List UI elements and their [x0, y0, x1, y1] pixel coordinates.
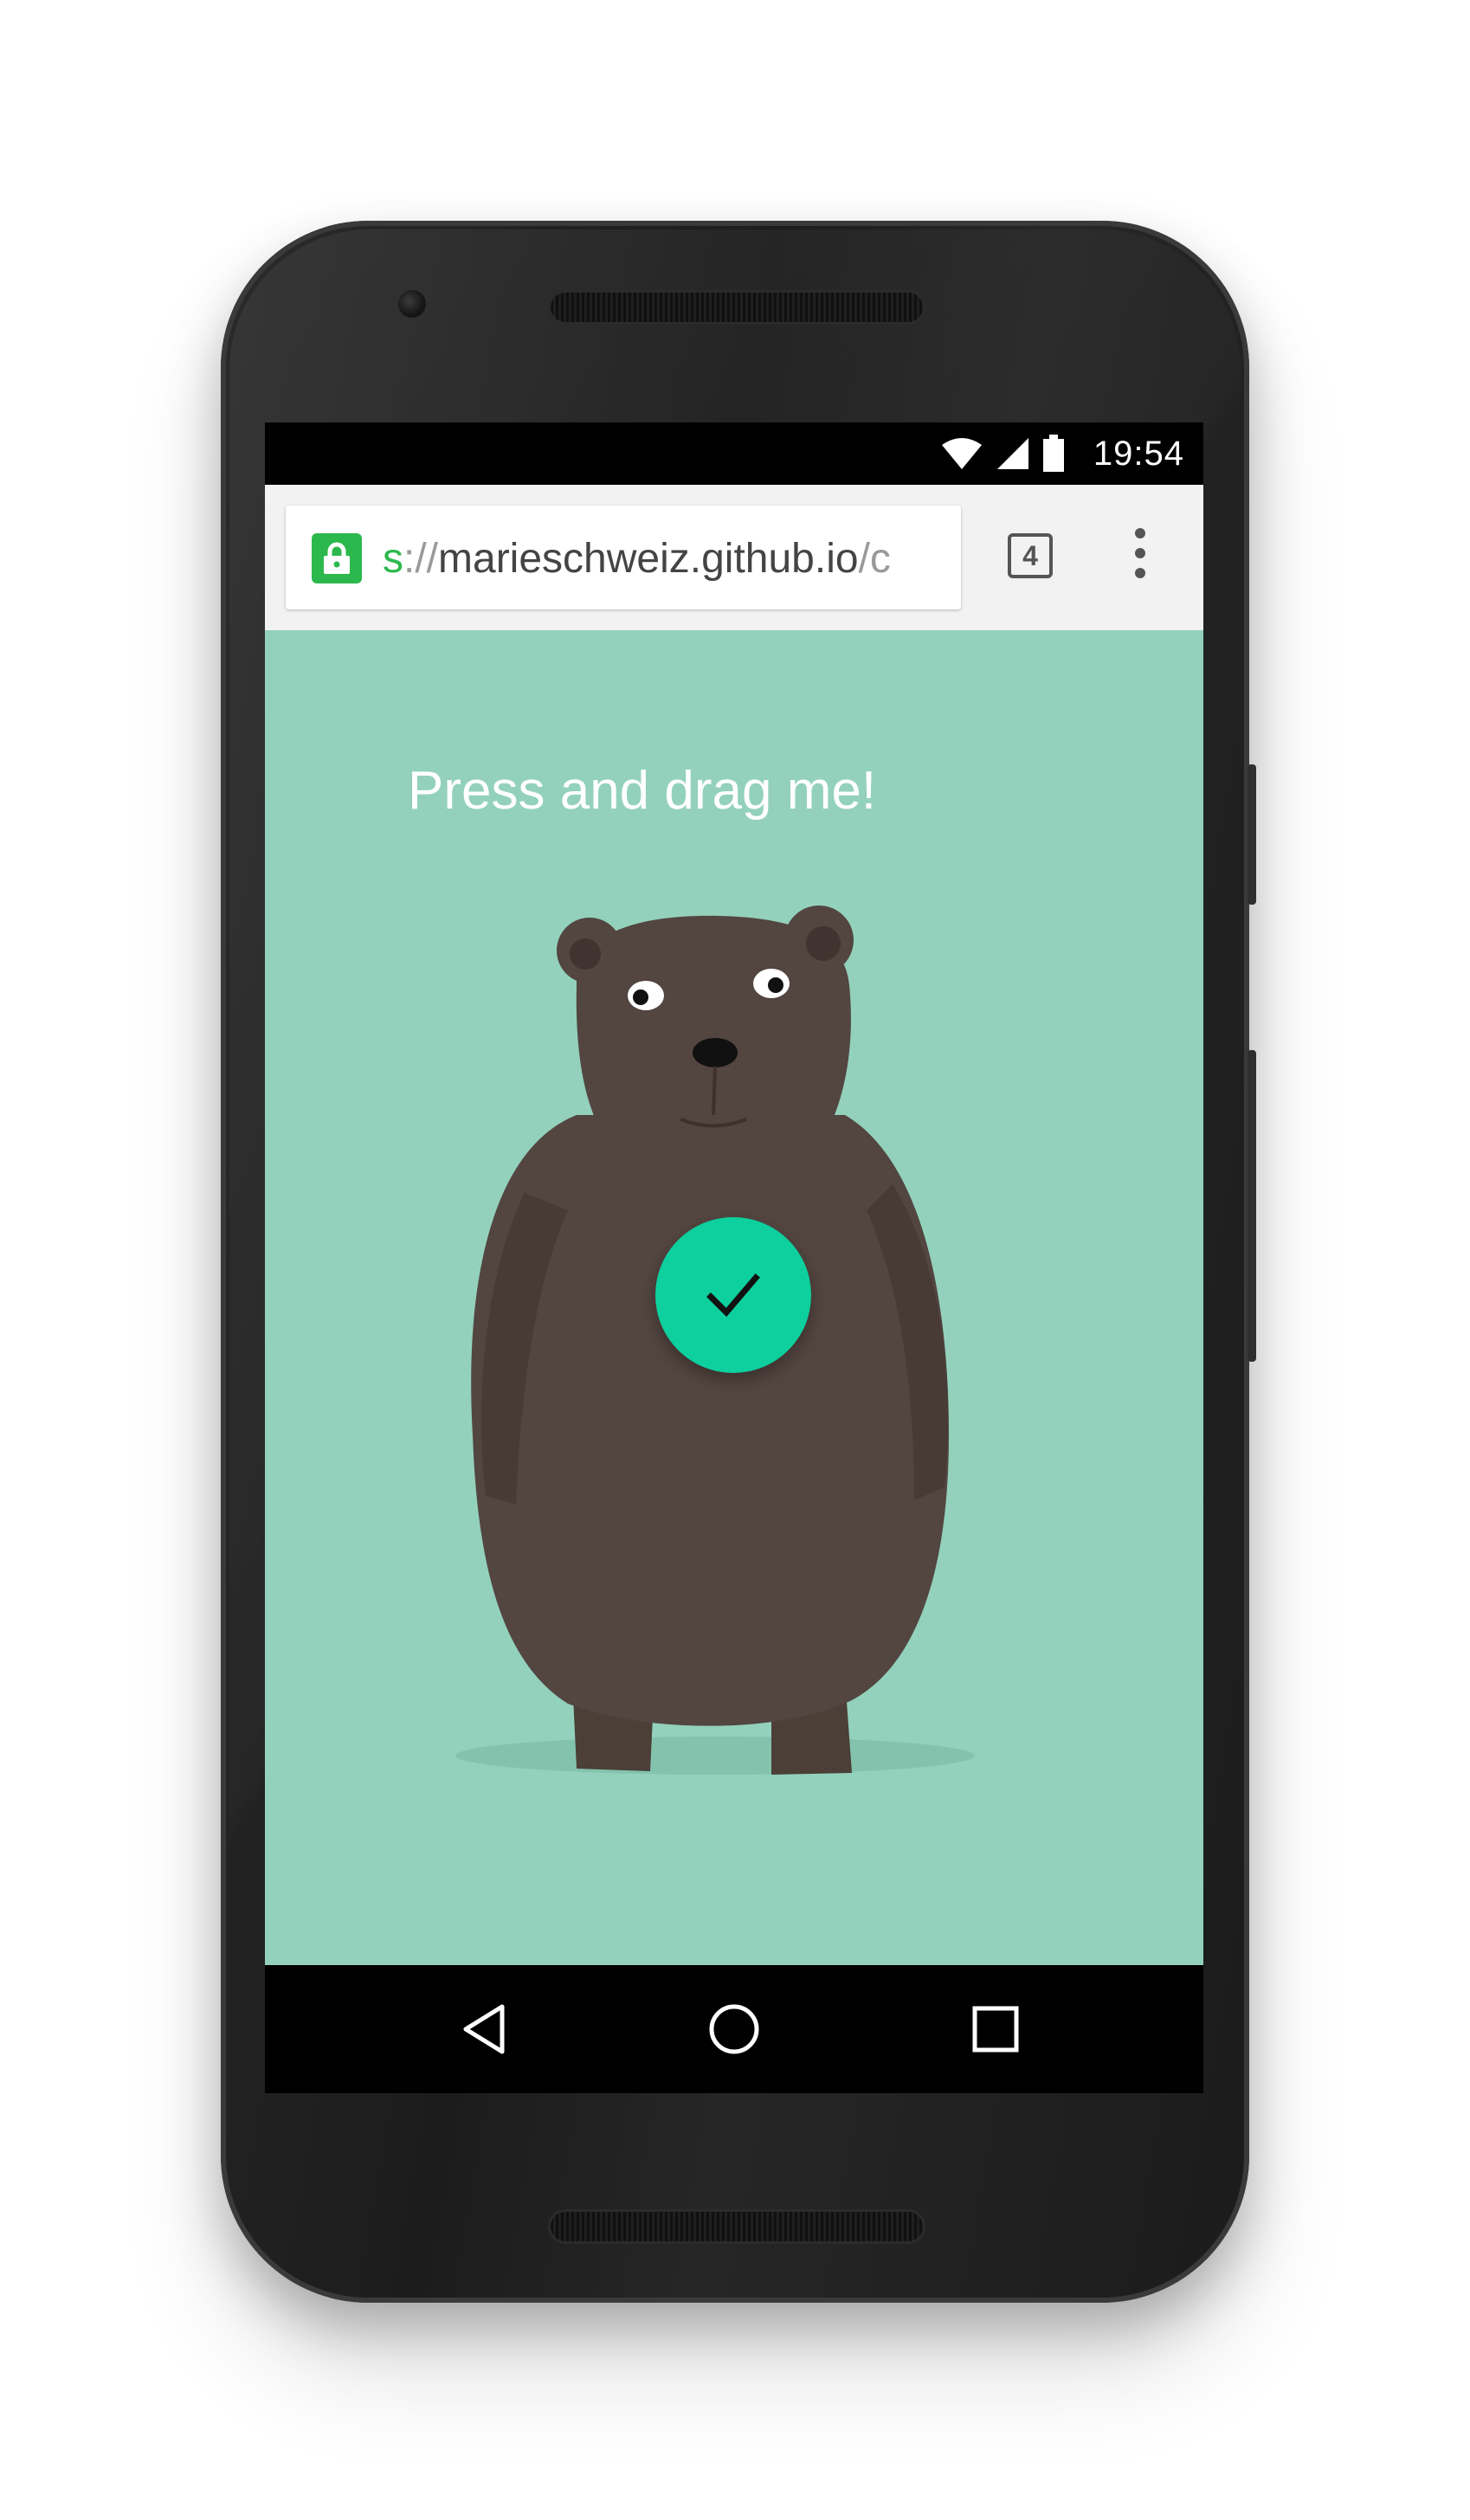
battery-icon — [1043, 435, 1064, 472]
check-fab-button[interactable] — [655, 1217, 811, 1373]
front-camera — [398, 290, 426, 318]
status-time: 19:54 — [1093, 435, 1184, 473]
url-path: /c — [858, 536, 891, 582]
overflow-menu-icon[interactable] — [1127, 528, 1153, 589]
url-host: marieschweiz.github.io — [438, 536, 859, 582]
wifi-icon — [942, 438, 982, 469]
bottom-speaker — [551, 2212, 923, 2241]
screen: 19:54 s://marieschweiz.github.io/c 4 Pre… — [265, 422, 1203, 2093]
page-content: Press and drag me! — [265, 630, 1203, 1965]
url-scheme: s — [383, 536, 403, 582]
volume-button — [1248, 1050, 1256, 1362]
url-separator: :// — [403, 536, 439, 582]
url-field[interactable]: s://marieschweiz.github.io/c — [286, 506, 961, 609]
lock-icon — [312, 533, 362, 583]
drag-prompt: Press and drag me! — [408, 761, 877, 821]
home-icon[interactable] — [706, 2001, 762, 2057]
power-button — [1248, 764, 1256, 905]
check-icon — [706, 1273, 760, 1318]
android-nav-bar — [265, 1965, 1203, 2093]
status-bar: 19:54 — [265, 422, 1203, 485]
top-speaker — [551, 293, 923, 322]
tab-switcher-button[interactable]: 4 — [1008, 533, 1053, 578]
status-icons — [940, 433, 1065, 474]
cell-signal-icon — [997, 438, 1028, 469]
browser-toolbar: s://marieschweiz.github.io/c 4 — [265, 485, 1203, 630]
back-icon[interactable] — [457, 2001, 513, 2057]
url-text[interactable]: s://marieschweiz.github.io/c — [383, 535, 891, 583]
recents-icon[interactable] — [968, 2001, 1023, 2057]
